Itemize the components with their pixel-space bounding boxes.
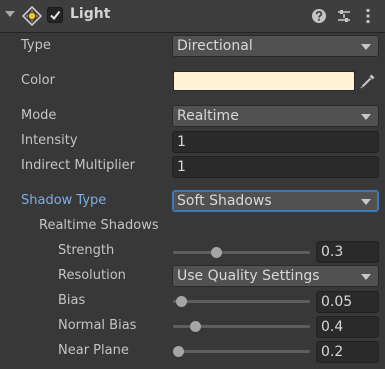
type-label: Type — [21, 38, 51, 53]
shadow-type-dropdown[interactable]: Soft Shadows — [172, 190, 379, 212]
mode-label: Mode — [21, 108, 57, 123]
bias-slider-thumb[interactable] — [176, 296, 188, 307]
bias-slider-track[interactable] — [173, 300, 310, 303]
light-component-icon — [22, 6, 42, 26]
intensity-field[interactable]: 1 — [172, 131, 379, 153]
enable-checkbox[interactable] — [47, 7, 63, 23]
resolution-dropdown-value: Use Quality Settings — [177, 268, 320, 284]
mode-dropdown-value: Realtime — [177, 108, 239, 124]
chevron-down-icon — [361, 199, 371, 205]
color-label: Color — [21, 73, 55, 88]
eyedropper-icon[interactable] — [359, 72, 377, 90]
type-dropdown-value: Directional — [177, 38, 253, 54]
strength-slider-track[interactable] — [173, 251, 310, 254]
help-icon[interactable] — [310, 7, 328, 25]
mode-dropdown[interactable]: Realtime — [172, 105, 379, 127]
checkmark-icon — [50, 10, 61, 21]
bias-field[interactable]: 0.05 — [316, 291, 379, 313]
presets-icon[interactable] — [335, 7, 353, 25]
normal-bias-label: Normal Bias — [58, 318, 137, 333]
color-field[interactable] — [173, 71, 355, 91]
strength-label: Strength — [58, 243, 115, 258]
near-plane-slider-track[interactable] — [173, 350, 310, 353]
indirect-multiplier-label: Indirect Multiplier — [21, 158, 135, 173]
chevron-down-icon — [361, 44, 371, 50]
foldout-arrow-icon[interactable] — [4, 8, 16, 20]
normal-bias-slider-thumb[interactable] — [189, 321, 201, 332]
resolution-dropdown[interactable]: Use Quality Settings — [172, 265, 379, 287]
strength-field[interactable]: 0.3 — [316, 241, 379, 263]
near-plane-label: Near Plane — [58, 343, 129, 358]
bias-label: Bias — [58, 293, 86, 308]
chevron-down-icon — [361, 274, 371, 280]
near-plane-slider-thumb[interactable] — [173, 346, 184, 357]
near-plane-field[interactable]: 0.2 — [316, 341, 379, 363]
component-title: Light — [70, 6, 111, 22]
more-options-icon[interactable] — [359, 7, 377, 25]
shadow-type-dropdown-value: Soft Shadows — [177, 193, 272, 209]
normal-bias-field[interactable]: 0.4 — [316, 316, 379, 338]
indirect-multiplier-field[interactable]: 1 — [172, 156, 379, 178]
realtime-shadows-heading: Realtime Shadows — [39, 218, 159, 233]
chevron-down-icon — [361, 114, 371, 120]
strength-slider-thumb[interactable] — [210, 247, 222, 258]
intensity-label: Intensity — [21, 133, 78, 148]
shadow-type-label: Shadow Type — [21, 193, 107, 208]
component-header: Light — [0, 0, 385, 33]
type-dropdown[interactable]: Directional — [172, 35, 379, 57]
resolution-label: Resolution — [58, 268, 126, 283]
